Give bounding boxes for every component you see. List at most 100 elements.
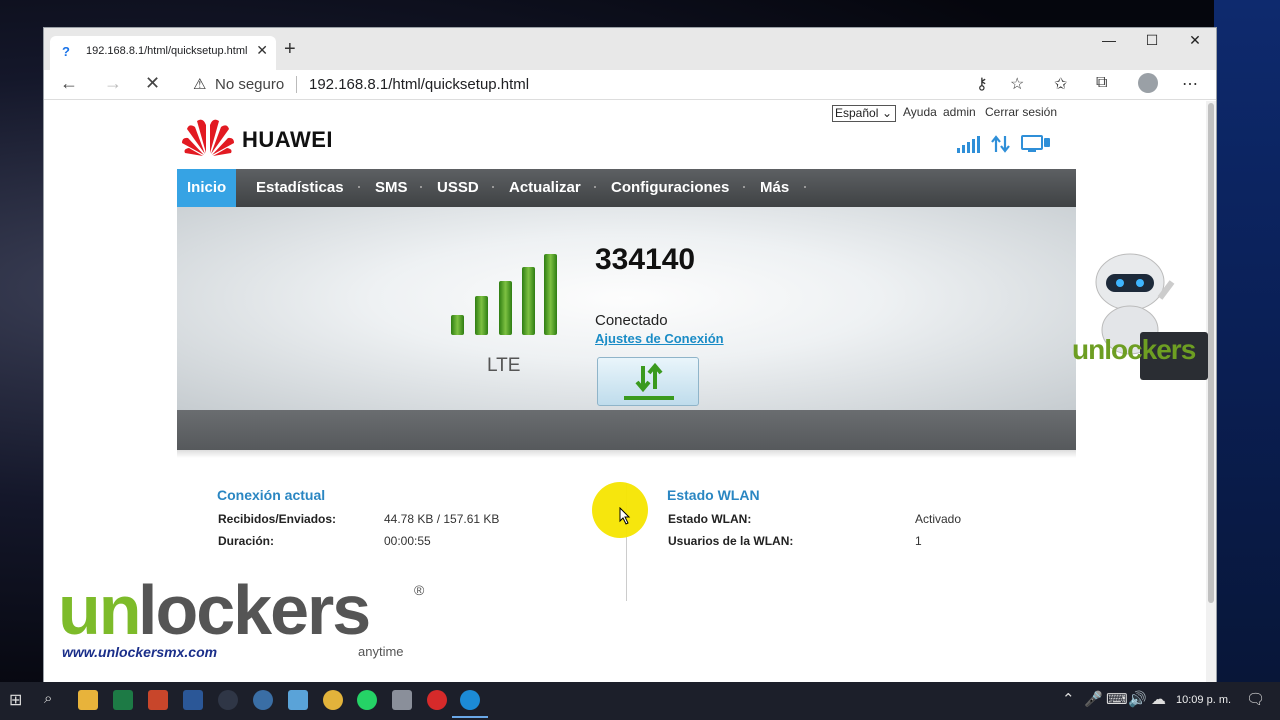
wlan-users-value: 1 [915,534,922,548]
logout-link[interactable]: Cerrar sesión [985,105,1057,119]
signal-bar [451,315,464,335]
chrome-icon[interactable] [323,690,343,710]
wlan-state-value: Activado [915,512,962,526]
language-select[interactable]: Español ⌄ [832,105,896,122]
app-icon[interactable] [218,690,238,710]
search-icon[interactable]: ⌕ [44,690,52,707]
tab-title: 192.168.8.1/html/quicksetup.html [86,45,248,57]
menu-separator [358,186,360,188]
duration-value: 00:00:55 [384,534,431,548]
desktop-wallpaper-right [1214,0,1280,682]
tab-strip: ? 192.168.8.1/html/quicksetup.html ✕ + —… [44,28,1216,70]
wlan-state-label: Estado WLAN: [668,512,752,526]
status-panel: LTE 334140 Conectado Ajustes de Conexión [177,207,1076,410]
active-app-indicator [452,716,488,718]
received-sent-label: Recibidos/Enviados: [218,512,337,526]
security-label[interactable]: No seguro [215,76,284,93]
favicon-icon: ? [62,44,70,59]
excel-icon[interactable] [113,690,133,710]
close-tab-icon[interactable]: ✕ [256,42,268,59]
menu-item-sms[interactable]: SMS [375,169,408,207]
url-text[interactable]: 192.168.8.1/html/quicksetup.html [309,76,529,93]
forward-icon[interactable]: → [104,73,122,94]
favorites-icon[interactable]: ✩ [1054,74,1067,94]
menu-separator [492,186,494,188]
menu-item-actualizar[interactable]: Actualizar [509,169,581,207]
notifications-icon[interactable]: 🗨 [1246,690,1265,708]
browser-tab[interactable]: ? 192.168.8.1/html/quicksetup.html ✕ [50,36,276,70]
windows-start-icon[interactable]: ⊞ [9,690,22,710]
taskbar: ⊞ ⌕ ⌃ 🎤 ⌨ 🔊 ☁ 10:09 p. m. 🗨 [0,682,1280,720]
main-menu: Inicio Estadísticas SMS USSD Actualizar … [177,169,1076,207]
tray-chevron-up-icon[interactable]: ⌃ [1062,690,1075,708]
menu-item-configuraciones[interactable]: Configuraciones [611,169,729,207]
operator-name: 334140 [595,243,696,276]
connection-settings-link[interactable]: Ajustes de Conexión [595,331,724,346]
profile-avatar[interactable] [1138,73,1158,93]
data-arrows-icon [624,362,674,400]
network-app-icon[interactable] [253,690,273,710]
microphone-icon[interactable]: 🎤 [1084,690,1103,708]
watermark-url: www.unlockersmx.com [62,644,218,660]
page-scrollbar[interactable] [1206,101,1216,683]
device-connected-icon [1021,135,1050,152]
chevron-down-icon: ⌄ [881,106,892,120]
menu-separator [594,186,596,188]
onedrive-icon[interactable]: ☁ [1151,690,1166,708]
menu-item-estadisticas[interactable]: Estadísticas [256,169,344,207]
file-explorer-icon[interactable] [78,690,98,710]
watermark-registered: ® [414,582,425,598]
warning-icon[interactable]: ⚠ [193,75,206,93]
stop-loading-icon[interactable]: ✕ [145,73,160,94]
url-separator [296,76,297,93]
url-field[interactable]: ⚠ No seguro 192.168.8.1/html/quicksetup.… [181,70,1031,98]
address-bar: ← → ✕ ⚠ No seguro 192.168.8.1/html/quick… [44,70,1216,100]
robot-mascot: unlockers [1060,252,1210,384]
minimize-icon[interactable]: — [1089,32,1129,48]
mouse-pointer-icon [619,507,631,525]
signal-icon [957,136,980,153]
signal-bar [522,267,535,335]
word-icon[interactable] [183,690,203,710]
brand-name: HUAWEI [242,127,333,152]
close-window-icon[interactable]: ✕ [1175,32,1215,49]
signal-bar [475,296,488,335]
add-favorite-icon[interactable]: ☆ [1010,74,1024,94]
whatsapp-icon[interactable] [357,690,377,710]
maximize-icon[interactable]: ☐ [1132,32,1172,49]
user-link[interactable]: admin [943,105,976,119]
taskbar-clock[interactable]: 10:09 p. m. [1176,694,1231,706]
tool-icon[interactable] [392,690,412,710]
network-type: LTE [487,355,521,376]
duration-label: Duración: [218,534,275,548]
help-link[interactable]: Ayuda [903,105,937,119]
robot-brand-text: unlockers [1072,334,1196,365]
collections-icon[interactable]: ⧉ [1096,74,1107,92]
edge-icon[interactable] [460,690,480,710]
menu-item-inicio[interactable]: Inicio [177,169,237,207]
menu-separator [804,186,806,188]
connect-toggle-button[interactable] [597,357,699,406]
current-connection-title: Conexión actual [217,487,326,503]
watermark-brand-prefix: un [58,571,142,649]
volume-icon[interactable]: 🔊 [1128,690,1147,708]
notes-icon[interactable] [288,690,308,710]
connection-state: Conectado [595,312,668,329]
new-tab-icon[interactable]: + [284,38,296,61]
signal-bar [544,254,557,335]
back-icon[interactable]: ← [60,73,78,94]
received-sent-value: 44.78 KB / 157.61 KB [384,512,500,526]
huawei-logo-icon [182,119,234,156]
menu-item-ussd[interactable]: USSD [437,169,479,207]
more-menu-icon[interactable]: ⋯ [1182,74,1198,94]
unlockers-watermark: un lockers ® www.unlockersmx.com anytime [58,570,438,665]
powerpoint-icon[interactable] [148,690,168,710]
record-icon[interactable] [427,690,447,710]
key-icon[interactable]: ⚷ [976,74,988,94]
panel-shadow [177,450,1076,458]
menu-item-mas[interactable]: Más [760,169,789,207]
watermark-tagline: anytime [358,644,404,659]
signal-bar [499,281,512,335]
network-icon[interactable]: ⌨ [1106,690,1128,708]
watermark-brand-rest: lockers [138,571,371,649]
